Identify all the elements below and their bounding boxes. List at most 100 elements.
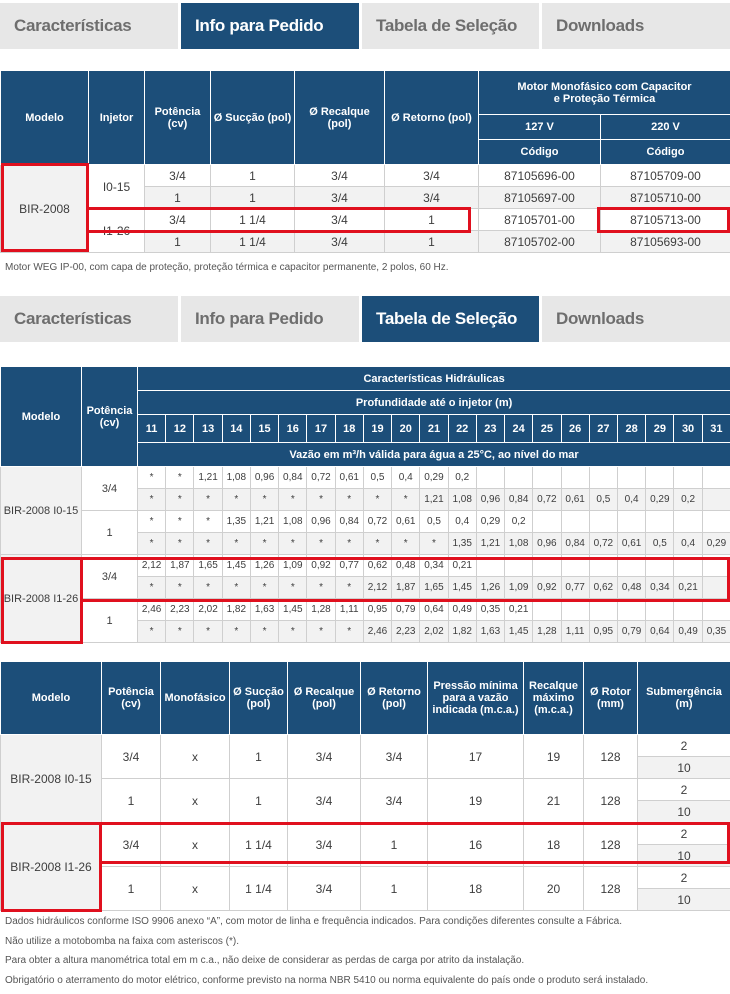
tab-downloads[interactable]: Downloads: [542, 3, 730, 49]
cell: 3/4: [294, 230, 385, 253]
flow-cell: *: [165, 488, 195, 511]
spec-cell: 1: [360, 822, 428, 867]
depth-header: 23: [475, 414, 506, 443]
spec-cell: x: [160, 778, 230, 823]
spec-cell: 128: [583, 778, 638, 823]
flow-cell: [645, 510, 675, 533]
flow-cell: *: [334, 488, 364, 511]
tab-tabela-selecao[interactable]: Tabela de Seleção: [362, 3, 539, 49]
flow-cell: 2,02: [419, 620, 449, 643]
flow-cell: [532, 510, 562, 533]
flow-cell: 1,87: [165, 554, 195, 577]
flow-cell: 1,87: [391, 576, 421, 599]
flow-cell: [673, 510, 703, 533]
flow-cell: [701, 598, 730, 621]
flow-cell: 0,29: [419, 466, 449, 489]
tab-caracteristicas[interactable]: Características: [0, 3, 178, 49]
flow-cell: 0,21: [504, 598, 534, 621]
spec-cell: 17: [427, 734, 524, 779]
flow-cell: [701, 510, 730, 533]
spec-cell: 3/4: [287, 734, 361, 779]
cell: 1: [210, 164, 295, 187]
submergencia-cell: 10: [637, 888, 730, 911]
spec-cell: 20: [523, 866, 584, 911]
header-recalque: Ø Recalque (pol): [294, 70, 385, 165]
flow-cell: *: [136, 510, 167, 533]
flow-cell: 0,4: [447, 510, 477, 533]
tab-info-pedido[interactable]: Info para Pedido: [181, 296, 359, 342]
header-potencia: Potência (cv): [101, 661, 161, 735]
flow-cell: 1,63: [475, 620, 506, 643]
flow-cell: 0,2: [447, 466, 477, 489]
flow-cell: *: [362, 488, 393, 511]
cell: 3/4: [384, 164, 479, 187]
flow-cell: 0,96: [306, 510, 336, 533]
flow-cell: 1,09: [504, 576, 534, 599]
model-cell: BIR-2008: [0, 164, 89, 253]
depth-header: 27: [588, 414, 618, 443]
cell: 3/4: [294, 208, 385, 231]
flow-cell: 2,12: [136, 554, 167, 577]
flow-cell: [588, 466, 618, 489]
flow-cell: 0,61: [560, 488, 590, 511]
flow-cell: [616, 466, 647, 489]
flow-cell: 0,34: [419, 554, 449, 577]
flow-cell: 0,5: [362, 466, 393, 489]
flow-cell: 0,92: [532, 576, 562, 599]
footnote: Para obter a altura manométrica total em…: [5, 955, 525, 966]
cell: 1 1/4: [210, 230, 295, 253]
flow-cell: [701, 466, 730, 489]
spec-cell: 1 1/4: [229, 822, 288, 867]
flow-cell: 0,72: [588, 532, 618, 555]
cell: 3/4: [294, 186, 385, 209]
submergencia-cell: 10: [637, 844, 730, 867]
cell: 1 1/4: [210, 208, 295, 231]
flow-cell: *: [193, 620, 223, 643]
flow-cell: 1,21: [249, 510, 280, 533]
submergencia-cell: 10: [637, 800, 730, 823]
flow-cell: *: [221, 488, 251, 511]
flow-cell: 0,29: [701, 532, 730, 555]
flow-cell: [616, 554, 647, 577]
flow-cell: *: [334, 532, 364, 555]
flow-cell: [673, 554, 703, 577]
depth-header: 18: [334, 414, 364, 443]
flow-cell: 1,11: [560, 620, 590, 643]
table-row: BIR-2008 I0-15 3/4 x 1 3/4 3/4 17 19 128 2: [0, 734, 730, 823]
flow-cell: *: [334, 576, 364, 599]
flow-cell: [616, 510, 647, 533]
flow-cell: *: [165, 510, 195, 533]
injector-cell: I1-26: [88, 208, 145, 253]
spec-cell: x: [160, 866, 230, 911]
flow-cell: 1,28: [306, 598, 336, 621]
flow-cell: *: [193, 510, 223, 533]
flow-cell: 1,63: [249, 598, 280, 621]
flow-cell: [645, 554, 675, 577]
flow-cell: 2,02: [193, 598, 223, 621]
tab-info-pedido[interactable]: Info para Pedido: [181, 3, 359, 49]
submergencia-cell: 2: [637, 734, 730, 757]
flow-cell: *: [221, 620, 251, 643]
spec-cell: 1: [229, 734, 288, 779]
table-row: BIR-2008 I1-26 3/4 2,12 1,87 1,65 1,45 1,26 1,0…: [0, 554, 730, 643]
table-row: BIR-2008 I0-15 3/4 * * 1,21 1,08 0,96 0,84 0,72 0…: [0, 466, 730, 555]
header-codigo-220: Código: [600, 139, 730, 165]
tab-caracteristicas[interactable]: Características: [0, 296, 178, 342]
flow-cell: 1,28: [532, 620, 562, 643]
flow-cell: 1,35: [447, 532, 477, 555]
tab-downloads[interactable]: Downloads: [542, 296, 730, 342]
flow-cell: *: [193, 576, 223, 599]
potencia-cell: 3/4: [81, 466, 138, 511]
model-cell: BIR-2008 I0-15: [0, 734, 102, 823]
submergencia-cell: 2: [637, 822, 730, 845]
flow-cell: 0,84: [278, 466, 308, 489]
header-succao: Ø Sucção (pol): [210, 70, 295, 165]
spec-cell: 1: [360, 866, 428, 911]
flow-cell: 1,45: [221, 554, 251, 577]
flow-cell: [560, 466, 590, 489]
header-caracteristicas: Características Hidráulicas: [136, 366, 730, 391]
spec-cell: 3/4: [287, 822, 361, 867]
tab-tabela-selecao[interactable]: Tabela de Seleção: [362, 296, 539, 342]
spec-cell: 18: [523, 822, 584, 867]
flow-cell: 0,77: [560, 576, 590, 599]
